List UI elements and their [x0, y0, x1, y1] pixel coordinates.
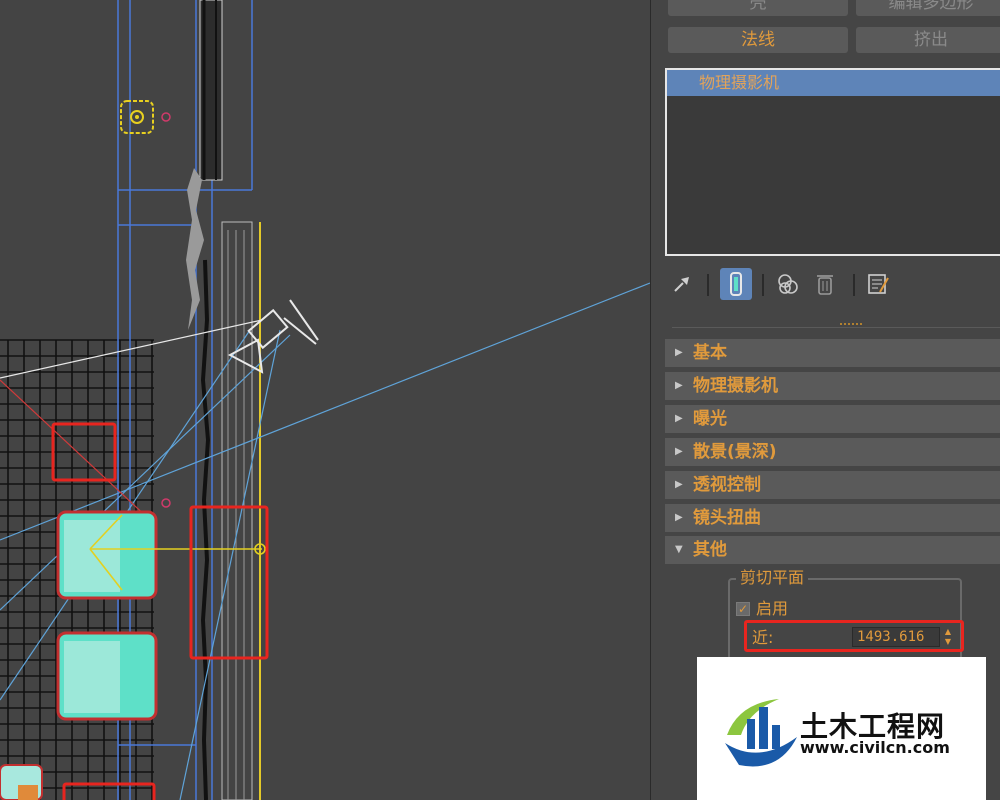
civilcn-logo-icon: [725, 699, 797, 767]
chair-bottom: [56, 631, 158, 721]
expand-arrow-icon: ▶: [675, 512, 683, 523]
modifier-button-normal[interactable]: 法线: [668, 27, 848, 53]
expand-arrow-icon: ▶: [675, 479, 683, 490]
rollout-label: 透视控制: [693, 475, 761, 495]
watermark-logo: 土木工程网 www.civilcn.com: [697, 657, 986, 800]
rollout-lens-distortion[interactable]: ▶ 镜头扭曲: [665, 504, 1000, 532]
orange-object: [18, 785, 38, 800]
remove-modifier-icon[interactable]: [811, 270, 839, 298]
light-target-icon[interactable]: [120, 100, 171, 134]
show-end-result-icon[interactable]: [720, 268, 752, 300]
rollout-label: 其他: [693, 540, 727, 560]
pin-stack-icon[interactable]: [668, 270, 696, 298]
rollout-bokeh[interactable]: ▶ 散景(景深): [665, 438, 1000, 466]
configure-modifier-sets-icon[interactable]: [864, 270, 892, 298]
near-clip-highlight-box: [744, 620, 964, 652]
toolbar-separator: [707, 274, 709, 296]
helper-point-icon: [161, 498, 171, 508]
panel-resize-handle[interactable]: [840, 323, 862, 331]
modifier-button-shell[interactable]: 壳: [668, 0, 848, 16]
enable-clipping-checkbox[interactable]: ✓: [736, 602, 750, 616]
curtain: [186, 168, 204, 330]
watermark-url: www.civilcn.com: [800, 738, 950, 757]
clipping-planes-title: 剪切平面: [736, 568, 809, 588]
rollout-label: 曝光: [693, 409, 727, 429]
rollout-basic[interactable]: ▶ 基本: [665, 339, 1000, 367]
rollout-label: 镜头扭曲: [693, 508, 761, 528]
toolbar-separator: [853, 274, 855, 296]
expand-arrow-icon: ▶: [675, 446, 683, 457]
viewport-scene[interactable]: [0, 0, 650, 800]
rollout-miscellaneous[interactable]: ▼ 其他: [665, 536, 1000, 564]
modifier-button-extrude[interactable]: 挤出: [856, 27, 1000, 53]
expand-arrow-icon: ▶: [675, 380, 683, 391]
viewport[interactable]: [0, 0, 650, 800]
panel-divider: [672, 327, 1000, 328]
modifier-stack-item-physical-camera[interactable]: 物理摄影机: [667, 70, 1000, 96]
rollout-label: 散景(景深): [693, 442, 777, 462]
window-frame: [199, 0, 261, 800]
rollout-physical-camera[interactable]: ▶ 物理摄影机: [665, 372, 1000, 400]
expand-arrow-icon: ▶: [675, 347, 683, 358]
rollout-label: 物理摄影机: [693, 376, 778, 396]
enable-clipping-label: 启用: [756, 599, 789, 618]
make-unique-icon[interactable]: [774, 270, 802, 298]
rollout-label: 基本: [693, 343, 727, 363]
expand-arrow-icon: ▶: [675, 413, 683, 424]
collapse-arrow-icon: ▼: [675, 544, 683, 555]
rollout-perspective-control[interactable]: ▶ 透视控制: [665, 471, 1000, 499]
camera-icon[interactable]: [227, 299, 319, 374]
chair-top: [56, 510, 158, 600]
modifier-button-edit-poly[interactable]: 编辑多边形: [856, 0, 1000, 16]
modifier-stack-list[interactable]: 物理摄影机: [665, 68, 1000, 256]
toolbar-separator: [762, 274, 764, 296]
rollout-exposure[interactable]: ▶ 曝光: [665, 405, 1000, 433]
